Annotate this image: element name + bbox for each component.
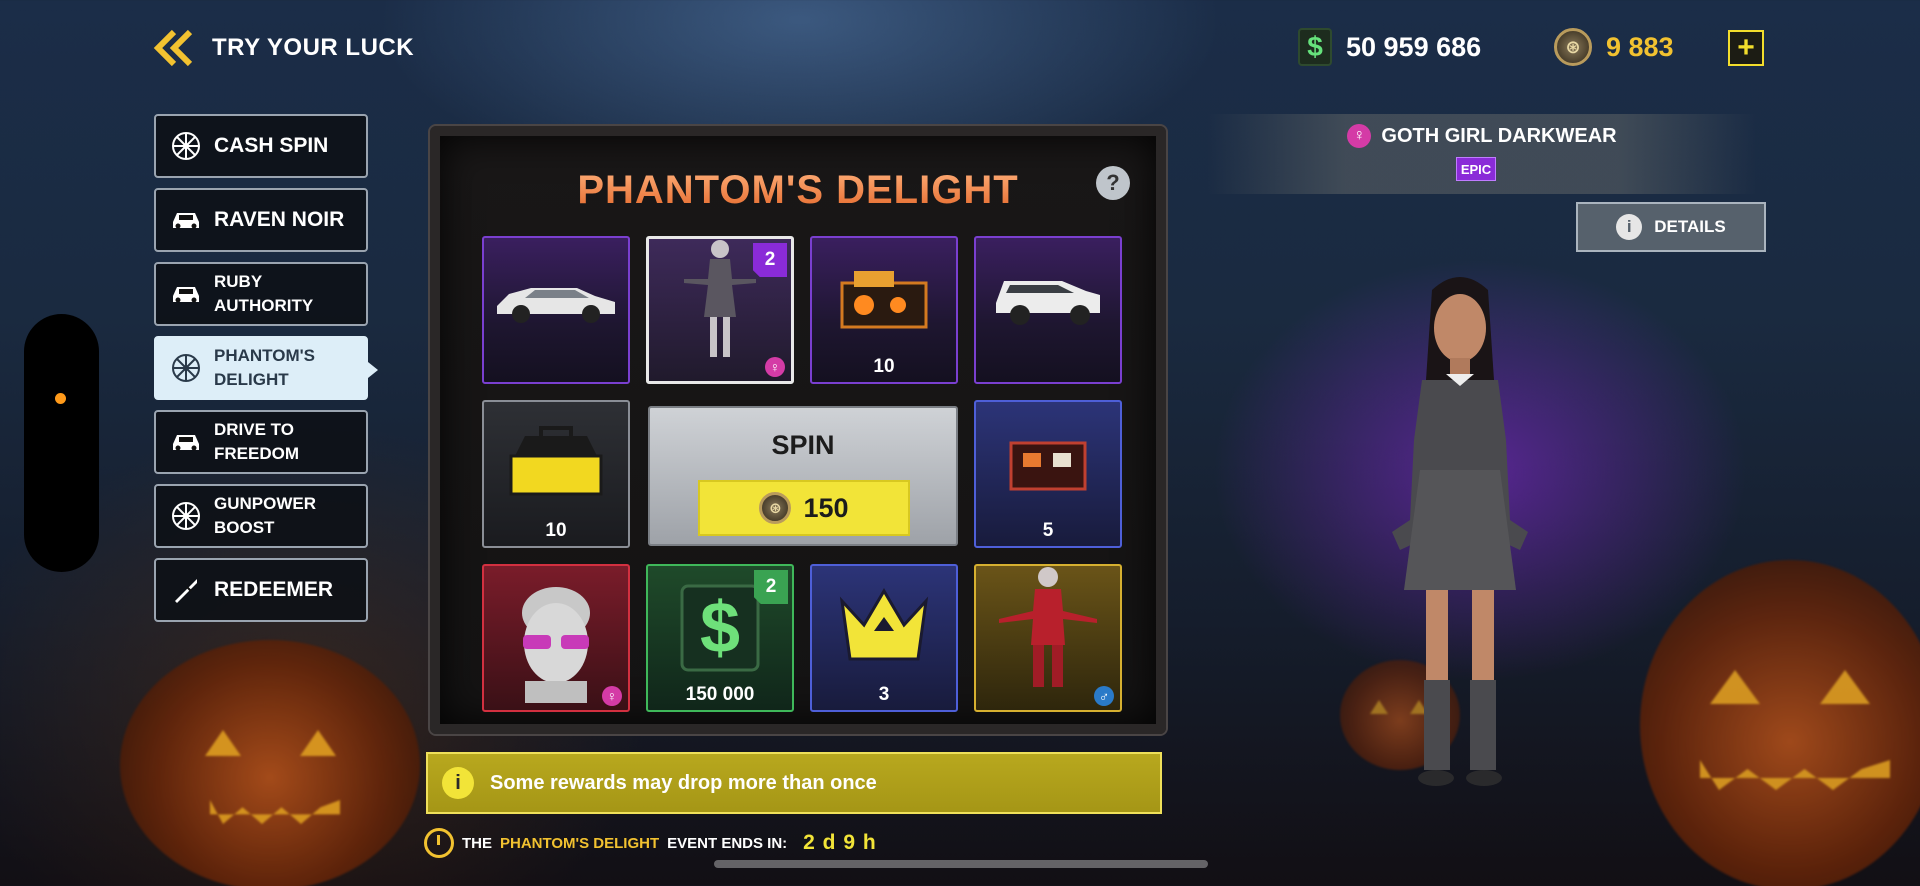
car-icon	[170, 204, 202, 236]
menu-item-redeemer[interactable]: REDEEMER	[154, 558, 368, 622]
spin-cost: 150	[803, 492, 849, 523]
ammo-case-icon	[976, 402, 1120, 522]
menu-item-label: DRIVE TO FREEDOM	[214, 420, 299, 463]
double-chevron-left-icon	[153, 29, 193, 67]
home-indicator[interactable]	[714, 860, 1208, 868]
menu-item-label: CASH SPIN	[214, 134, 329, 157]
spin-area: SPIN ⊛ 150	[648, 406, 958, 546]
menu-item-gunpower-boost[interactable]: GUNPOWER BOOST	[154, 484, 368, 548]
back-button[interactable]	[152, 28, 196, 68]
bullet-icon	[170, 574, 202, 606]
reward-cell-sunglasses-head[interactable]: ♀	[482, 564, 630, 712]
wheel-icon	[170, 500, 202, 532]
reward-cell-white-sedan[interactable]	[482, 236, 630, 384]
dollar-icon: $	[1298, 28, 1332, 66]
cash-amount: 50 959 686	[1346, 31, 1482, 62]
car-icon	[170, 426, 202, 458]
reward-cell-halloween-crate[interactable]: 10	[810, 236, 958, 384]
reward-cell-cash[interactable]: $ 2 150 000	[646, 564, 794, 712]
selected-item-name: GOTH GIRL DARKWEAR	[1381, 124, 1617, 147]
plus-icon: +	[1737, 31, 1755, 64]
wheel-icon	[170, 352, 202, 384]
wheel-icon	[170, 130, 202, 162]
panel-title: PHANTOM'S DELIGHT	[440, 168, 1156, 213]
spin-category-menu: CASH SPIN RAVEN NOIR RUBY AUTHORITY PHAN…	[154, 114, 378, 632]
spin-label: SPIN	[771, 430, 835, 460]
event-suffix: EVENT ENDS IN:	[667, 834, 788, 852]
add-currency-button[interactable]: +	[1728, 30, 1764, 66]
female-icon: ♀	[602, 686, 622, 706]
reward-quantity: 5	[1042, 520, 1054, 541]
help-button[interactable]: ?	[1096, 166, 1130, 200]
pumpkin-left-decoration	[120, 640, 420, 886]
reward-cell-toolbox[interactable]: 10	[482, 400, 630, 548]
reward-quantity: 3	[878, 684, 890, 705]
car-icon	[170, 278, 202, 310]
reward-cell-goth-girl-outfit[interactable]: 2 ♀	[646, 236, 794, 384]
pumpkin-right-decoration	[1640, 560, 1920, 886]
coin-balance: ⊛ 9 883	[1554, 28, 1674, 66]
event-timer: THE PHANTOM'S DELIGHT EVENT ENDS IN: 2 d…	[424, 828, 877, 858]
details-button[interactable]: i DETAILS	[1576, 202, 1766, 252]
coin-icon: ⊛	[759, 492, 792, 524]
menu-item-phantoms-delight[interactable]: PHANTOM'S DELIGHT	[154, 336, 378, 400]
info-icon: i	[442, 767, 474, 799]
coin-icon: ⊛	[1554, 28, 1592, 66]
crown-icon	[812, 566, 956, 686]
side-drawer-handle[interactable]	[24, 314, 99, 572]
male-outfit-icon	[976, 566, 1120, 687]
svg-text:$: $	[700, 588, 740, 668]
reward-cell-ammo-case[interactable]: 5	[974, 400, 1122, 548]
female-icon: ♀	[1347, 124, 1372, 148]
menu-item-label: PHANTOM'S DELIGHT	[214, 346, 316, 389]
reward-cell-white-suv[interactable]	[974, 236, 1122, 384]
question-icon: ?	[1106, 170, 1120, 195]
event-time-remaining: 2 d 9 h	[803, 831, 877, 854]
reward-quantity: 10	[545, 520, 567, 541]
reward-count-badge: 2	[753, 243, 787, 277]
stopwatch-icon	[424, 828, 454, 858]
menu-item-label: RAVEN NOIR	[214, 208, 345, 231]
reward-panel: PHANTOM'S DELIGHT ? 2 ♀ 10 10 SPIN ⊛ 150…	[430, 126, 1166, 734]
reward-quantity: 10	[873, 356, 895, 377]
selected-item-header: ♀ GOTH GIRL DARKWEAR EPIC	[1208, 114, 1756, 194]
suv-car-icon	[976, 238, 1120, 358]
menu-item-drive-to-freedom[interactable]: DRIVE TO FREEDOM	[154, 410, 368, 474]
character-preview[interactable]	[1360, 270, 1560, 790]
menu-item-cash-spin[interactable]: CASH SPIN	[154, 114, 368, 178]
event-prefix: THE	[462, 834, 492, 852]
sedan-car-icon	[484, 238, 628, 358]
reward-quantity: 150 000	[685, 684, 755, 705]
reward-cell-red-suit-outfit[interactable]: ♂	[974, 564, 1122, 712]
toolbox-icon	[484, 402, 628, 522]
crate-icon	[812, 238, 956, 358]
rarity-badge: EPIC	[1456, 157, 1496, 181]
female-icon: ♀	[765, 357, 785, 377]
goth-girl-character-image	[1392, 277, 1528, 786]
info-icon: i	[1616, 214, 1643, 240]
male-icon: ♂	[1094, 686, 1114, 706]
menu-item-label: REDEEMER	[214, 578, 334, 601]
page-title: TRY YOUR LUCK	[212, 34, 415, 61]
details-label: DETAILS	[1654, 217, 1726, 236]
info-banner: i Some rewards may drop more than once	[426, 752, 1162, 814]
menu-item-label: RUBY AUTHORITY	[214, 272, 314, 315]
menu-item-ruby-authority[interactable]: RUBY AUTHORITY	[154, 262, 368, 326]
coin-amount: 9 883	[1606, 31, 1674, 62]
menu-item-raven-noir[interactable]: RAVEN NOIR	[154, 188, 368, 252]
reward-count-badge: 2	[754, 570, 788, 604]
info-text: Some rewards may drop more than once	[490, 771, 877, 794]
spin-button[interactable]: ⊛ 150	[698, 480, 910, 536]
reward-cell-crown[interactable]: 3	[810, 564, 958, 712]
event-name: PHANTOM'S DELIGHT	[500, 834, 660, 852]
cash-balance: $ 50 959 686	[1298, 28, 1481, 66]
menu-item-label: GUNPOWER BOOST	[214, 494, 316, 537]
notification-dot	[55, 393, 66, 404]
